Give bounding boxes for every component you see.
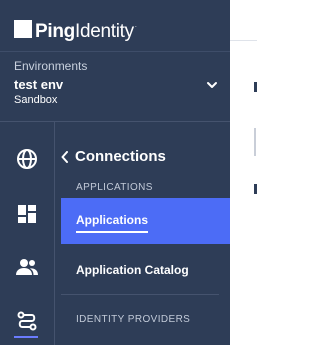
environment-label: Environments <box>14 59 88 73</box>
main-header-divider <box>230 40 257 41</box>
globe-icon[interactable] <box>15 147 39 171</box>
nav-item-label: Applications <box>76 213 149 227</box>
content-fragment <box>254 184 257 194</box>
icon-rail <box>0 122 55 345</box>
sidebar: PingIdentity. Environments test env Sand… <box>0 0 230 345</box>
active-underline <box>76 231 148 233</box>
logo-mark <box>14 20 32 38</box>
logo-trademark: . <box>134 22 137 29</box>
nav-item-applications[interactable]: Applications <box>61 198 230 244</box>
dashboard-icon[interactable] <box>15 202 39 226</box>
subnav-title: Connections <box>75 148 166 165</box>
environment-type: Sandbox <box>14 94 58 106</box>
users-icon[interactable] <box>15 255 39 279</box>
content-fragment <box>254 82 257 92</box>
chevron-down-icon[interactable] <box>206 80 218 90</box>
ping-identity-logo[interactable]: PingIdentity. <box>14 15 137 43</box>
logo-wordmark-bold: Ping <box>35 21 75 42</box>
main-content-edge <box>230 0 257 345</box>
section-divider <box>61 294 219 295</box>
section-label-applications: APPLICATIONS <box>76 182 153 193</box>
section-label-identity-providers: IDENTITY PROVIDERS <box>76 314 191 325</box>
chevron-left-icon <box>61 151 68 163</box>
header-divider <box>0 51 230 52</box>
nav-item-application-catalog[interactable]: Application Catalog <box>76 263 189 277</box>
subnav-panel: Connections APPLICATIONS Applications Ap… <box>55 122 230 345</box>
content-fragment <box>254 128 256 156</box>
environment-name: test env <box>14 77 64 92</box>
rail-active-indicator <box>14 336 38 338</box>
environment-selector[interactable]: Environments test env Sandbox <box>14 58 224 107</box>
connections-icon[interactable] <box>15 309 39 333</box>
back-to-connections[interactable]: Connections <box>61 148 166 166</box>
logo-wordmark-regular: Identity <box>74 21 134 42</box>
logo-wordmark: PingIdentity. <box>35 15 137 43</box>
